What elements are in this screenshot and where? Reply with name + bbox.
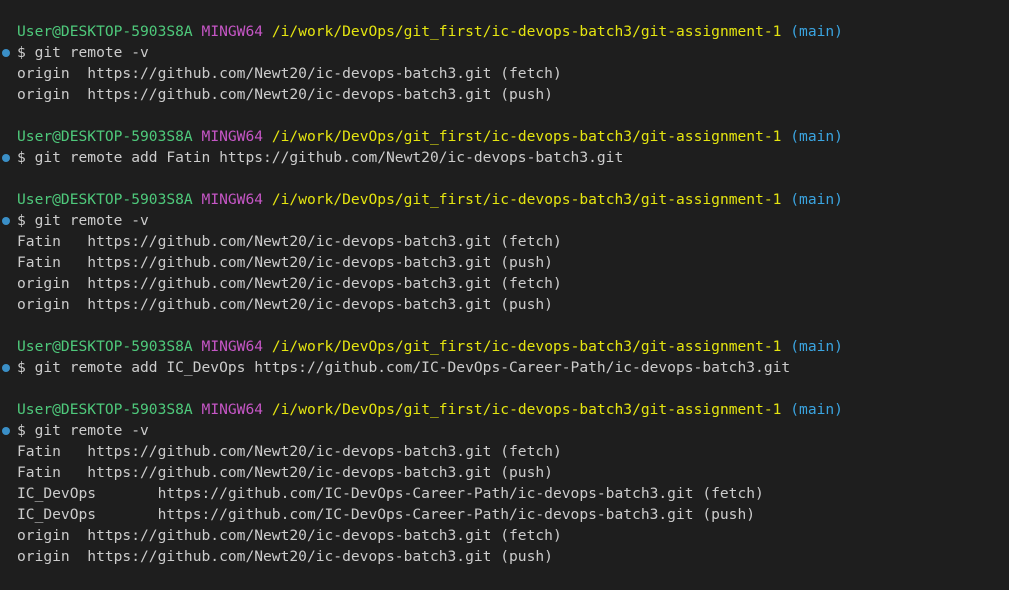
command-line: $ git remote -v [2,210,1009,231]
prompt-line: User@DESKTOP-5903S8A MINGW64 /i/work/Dev… [17,189,1009,210]
prompt-branch: (main) [790,191,843,208]
output-line: IC_DevOps https://github.com/IC-DevOps-C… [17,485,764,502]
prompt-user-host: User@DESKTOP-5903S8A [17,191,193,208]
command-text: $ git remote -v [17,44,149,61]
output-line: origin https://github.com/Newt20/ic-devo… [17,527,562,544]
command-line: $ git remote -v [2,420,1009,441]
prompt-branch: (main) [790,401,843,418]
prompt-branch: (main) [790,338,843,355]
prompt-path: /i/work/DevOps/git_first/ic-devops-batch… [271,401,782,418]
output-line: IC_DevOps https://github.com/IC-DevOps-C… [17,506,756,523]
command-line: $ git remote -v [2,42,1009,63]
command-success-decoration-icon [2,154,10,162]
prompt-msystem: MINGW64 [201,338,264,355]
command-success-decoration-icon [2,364,10,372]
prompt-msystem: MINGW64 [201,128,264,145]
prompt-user-host: User@DESKTOP-5903S8A [17,23,193,40]
command-success-decoration-icon [2,49,10,57]
output-line: origin https://github.com/Newt20/ic-devo… [17,296,553,313]
command-text: $ git remote -v [17,422,149,439]
command-text: $ git remote add Fatin https://github.co… [17,149,624,166]
prompt-branch: (main) [790,23,843,40]
prompt-msystem: MINGW64 [201,191,264,208]
prompt-line: User@DESKTOP-5903S8A MINGW64 /i/work/Dev… [17,399,1009,420]
output-line: Fatin https://github.com/Newt20/ic-devop… [17,464,553,481]
command-text: $ git remote -v [17,212,149,229]
prompt-path: /i/work/DevOps/git_first/ic-devops-batch… [271,338,782,355]
output-line: origin https://github.com/Newt20/ic-devo… [17,548,553,565]
prompt-path: /i/work/DevOps/git_first/ic-devops-batch… [271,23,782,40]
prompt-user-host: User@DESKTOP-5903S8A [17,128,193,145]
prompt-line: User@DESKTOP-5903S8A MINGW64 /i/work/Dev… [17,336,1009,357]
prompt-msystem: MINGW64 [201,23,264,40]
output-line: origin https://github.com/Newt20/ic-devo… [17,275,562,292]
prompt-user-host: User@DESKTOP-5903S8A [17,338,193,355]
command-line: $ git remote add Fatin https://github.co… [2,147,1009,168]
output-line: Fatin https://github.com/Newt20/ic-devop… [17,443,562,460]
prompt-user-host: User@DESKTOP-5903S8A [17,401,193,418]
output-line: Fatin https://github.com/Newt20/ic-devop… [17,254,553,271]
prompt-line: User@DESKTOP-5903S8A MINGW64 /i/work/Dev… [17,21,1009,42]
command-success-decoration-icon [2,217,10,225]
prompt-line: User@DESKTOP-5903S8A MINGW64 /i/work/Dev… [17,126,1009,147]
command-text: $ git remote add IC_DevOps https://githu… [17,359,791,376]
output-line: origin https://github.com/Newt20/ic-devo… [17,65,562,82]
prompt-path: /i/work/DevOps/git_first/ic-devops-batch… [271,128,782,145]
output-line: Fatin https://github.com/Newt20/ic-devop… [17,233,562,250]
prompt-branch: (main) [790,128,843,145]
command-line: $ git remote add IC_DevOps https://githu… [2,357,1009,378]
prompt-msystem: MINGW64 [201,401,264,418]
prompt-path: /i/work/DevOps/git_first/ic-devops-batch… [271,191,782,208]
command-success-decoration-icon [2,427,10,435]
output-line: origin https://github.com/Newt20/ic-devo… [17,86,553,103]
terminal-output[interactable]: User@DESKTOP-5903S8A MINGW64 /i/work/Dev… [0,0,1009,590]
